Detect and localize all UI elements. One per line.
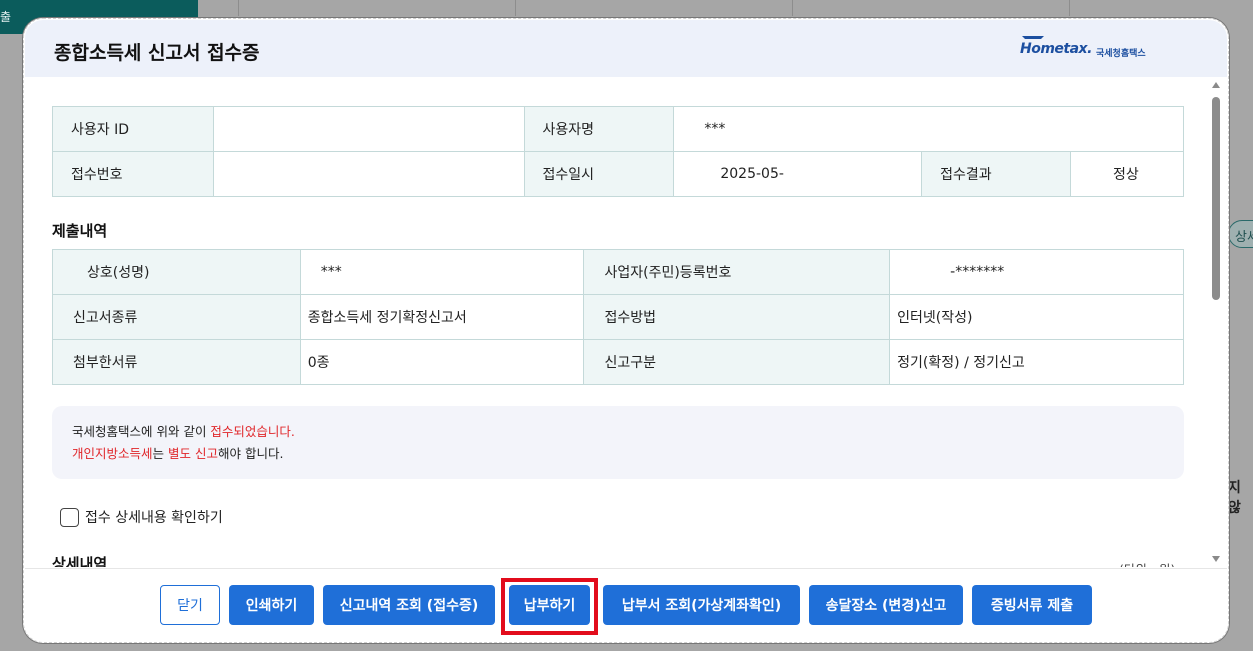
- background-gridline: [1069, 0, 1070, 16]
- submission-value: 0종: [299, 339, 585, 385]
- history-lookup-button[interactable]: 신고내역 조회 (접수증): [323, 585, 495, 625]
- hometax-logo: Hometax. 국세청홈택스: [1020, 36, 1170, 62]
- detail-confirm-checkbox[interactable]: [60, 507, 79, 527]
- table-row: 상호(성명) *** 사업자(주민)등록번호 -*******: [52, 249, 1184, 295]
- modal-header: 종합소득세 신고서 접수증 Hometax. 국세청홈택스: [25, 20, 1227, 77]
- receipt-number-value: [212, 151, 525, 197]
- notice-highlight: 별도 신고: [168, 446, 218, 461]
- table-row: 접수번호 접수일시 2025-05- 접수결과 정상: [52, 151, 1184, 197]
- submission-value: ***: [299, 249, 585, 295]
- background-detail-pill: 상세: [1228, 220, 1253, 248]
- notice-line-1: 국세청홈택스에 위와 같이 접수되었습니다.: [72, 421, 1184, 443]
- user-name-value: ***: [673, 106, 1184, 152]
- print-button[interactable]: 인쇄하기: [229, 585, 314, 625]
- user-id-label: 사용자 ID: [52, 106, 214, 152]
- submission-value: 정기(확정) / 정기신고: [889, 339, 1184, 385]
- receipt-modal: 종합소득세 신고서 접수증 Hometax. 국세청홈택스 사용자 ID 사용자…: [23, 18, 1229, 643]
- detail-confirm-row[interactable]: 접수 상세내용 확인하기: [60, 507, 223, 527]
- background-side-text: 지 않: [1228, 480, 1241, 516]
- submission-label: 사업자(주민)등록번호: [583, 249, 891, 295]
- submission-section-title: 제출내역: [52, 222, 108, 240]
- user-id-value: [212, 106, 525, 152]
- table-row: 첨부한서류 0종 신고구분 정기(확정) / 정기신고: [52, 339, 1184, 385]
- submission-label: 신고구분: [583, 339, 891, 385]
- user-name-label: 사용자명: [523, 106, 675, 152]
- unit-note: (단위 : 원): [1119, 559, 1175, 567]
- submission-value: -*******: [889, 249, 1184, 295]
- table-row: 신고서종류 종합소득세 정기확정신고서 접수방법 인터넷(작성): [52, 294, 1184, 340]
- receipt-number-label: 접수번호: [52, 151, 214, 197]
- submission-table: 상호(성명) *** 사업자(주민)등록번호 -******* 신고서종류 종합…: [52, 249, 1184, 385]
- submission-label: 접수방법: [583, 294, 891, 340]
- notice-highlight: 접수되었습니다.: [210, 424, 295, 439]
- receipt-date-value: 2025-05-: [673, 151, 923, 197]
- background-gridline: [238, 0, 239, 16]
- evidence-submit-button[interactable]: 증빙서류 제출: [972, 585, 1092, 625]
- notice-text: 는: [152, 446, 168, 461]
- receipt-result-label: 접수결과: [921, 151, 1072, 197]
- table-row: 사용자 ID 사용자명 ***: [52, 106, 1184, 152]
- receipt-result-value: 정상: [1070, 151, 1184, 197]
- notice-text: 해야 합니다.: [217, 446, 284, 461]
- submission-label: 신고서종류: [52, 294, 301, 340]
- notice-line-2: 개인지방소득세는 별도 신고해야 합니다.: [72, 443, 1184, 465]
- pay-button[interactable]: 납부하기: [509, 585, 590, 625]
- submission-value: 인터넷(작성): [889, 294, 1184, 340]
- modal-footer: 닫기 인쇄하기 신고내역 조회 (접수증) 납부하기 납부서 조회(가상계좌확인…: [25, 568, 1227, 641]
- receipt-info-table: 사용자 ID 사용자명 *** 접수번호 접수일시 2025-05- 접수결과 …: [52, 106, 1184, 197]
- pay-slip-lookup-button[interactable]: 납부서 조회(가상계좌확인): [603, 585, 800, 625]
- detail-confirm-label[interactable]: 접수 상세내용 확인하기: [85, 507, 223, 527]
- close-button[interactable]: 닫기: [160, 585, 220, 625]
- modal-scrollbar[interactable]: [1209, 77, 1223, 568]
- delivery-address-button[interactable]: 송달장소 (변경)신고: [809, 585, 963, 625]
- submission-label: 첨부한서류: [52, 339, 301, 385]
- scroll-up-arrow-icon[interactable]: [1212, 82, 1220, 88]
- scroll-thumb[interactable]: [1212, 97, 1220, 300]
- detail-section-title: 상세내역: [52, 555, 108, 567]
- modal-title: 종합소득세 신고서 접수증: [54, 42, 260, 64]
- notice-highlight: 개인지방소득세: [72, 446, 153, 461]
- logo-korean-text: 국세청홈택스: [1096, 49, 1146, 59]
- notice-text: 국세청홈택스에 위와 같이: [72, 424, 211, 439]
- receipt-date-label: 접수일시: [523, 151, 675, 197]
- submission-label: 상호(성명): [52, 249, 301, 295]
- scroll-down-arrow-icon[interactable]: [1212, 556, 1220, 562]
- logo-english-text: Hometax.: [1020, 41, 1092, 57]
- notice-box: 국세청홈택스에 위와 같이 접수되었습니다. 개인지방소득세는 별도 신고해야 …: [52, 406, 1184, 479]
- background-gridline: [792, 0, 793, 16]
- modal-body: 사용자 ID 사용자명 *** 접수번호 접수일시 2025-05- 접수결과 …: [25, 77, 1227, 567]
- submission-value: 종합소득세 정기확정신고서: [299, 294, 585, 340]
- background-gridline: [515, 0, 516, 16]
- background-sidebar-tab-label: 출: [0, 10, 12, 24]
